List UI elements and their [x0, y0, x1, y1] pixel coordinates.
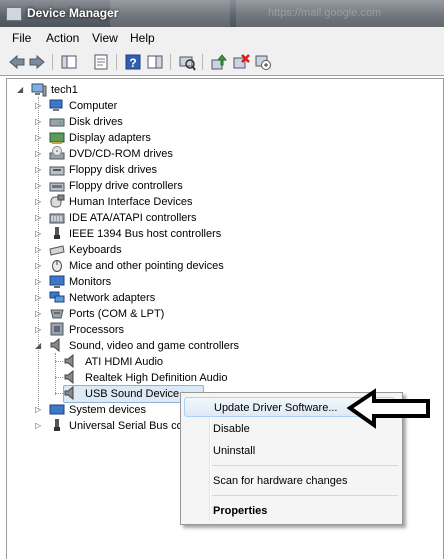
mouse-icon — [52, 260, 62, 272]
disk-drive-icon — [49, 118, 65, 127]
speaker-icon — [64, 386, 74, 400]
tree-device[interactable]: Realtek High Definition Audio — [63, 370, 263, 386]
floppy-controller-icon — [49, 182, 65, 192]
tree-category[interactable]: ▷ Human Interface Devices — [29, 194, 329, 210]
uninstall-icon[interactable] — [232, 53, 250, 71]
menu-scan-hardware[interactable]: Scan for hardware changes — [213, 471, 393, 491]
expand-icon[interactable]: ▷ — [35, 214, 43, 222]
tree-category[interactable]: ▷ Floppy disk drives — [29, 162, 329, 178]
back-icon[interactable] — [8, 53, 26, 71]
network-adapter-icon — [49, 291, 65, 303]
collapse-icon[interactable]: ◢ — [17, 86, 25, 94]
expand-icon[interactable]: ▷ — [35, 150, 43, 158]
menu-file[interactable]: File — [12, 31, 31, 45]
expand-icon[interactable]: ▷ — [35, 166, 43, 174]
background-tab-title: https://mail.google.com — [268, 7, 382, 19]
computer-icon — [31, 83, 47, 97]
tree-category[interactable]: ▷ Monitors — [29, 274, 329, 290]
menu-bar: File Action View Help — [0, 27, 444, 50]
tree-category[interactable]: ▷ Floppy drive controllers — [29, 178, 329, 194]
device-manager-app-icon — [6, 7, 22, 21]
system-device-icon — [49, 404, 65, 415]
tree-category[interactable]: ▷ Computer — [29, 98, 329, 114]
speaker-icon — [64, 370, 74, 384]
toolbar: ? — [0, 49, 444, 76]
menu-view[interactable]: View — [92, 31, 118, 45]
tree-category[interactable]: ▷ Mice and other pointing devices — [29, 258, 329, 274]
tree-category[interactable]: ▷ Keyboards — [29, 242, 329, 258]
action-pane-icon[interactable] — [146, 53, 164, 71]
expand-icon[interactable]: ▷ — [35, 406, 43, 414]
expand-icon[interactable]: ▷ — [35, 230, 43, 238]
menu-help[interactable]: Help — [130, 31, 155, 45]
port-icon — [50, 309, 64, 319]
tree-category[interactable]: ▷ Network adapters — [29, 290, 329, 306]
show-hide-console-tree-icon[interactable] — [60, 53, 78, 71]
computer-icon — [49, 99, 63, 111]
menu-properties[interactable]: Properties — [213, 501, 393, 521]
expand-icon[interactable]: ▷ — [35, 294, 43, 302]
expand-icon[interactable]: ▷ — [35, 422, 43, 430]
expand-icon[interactable]: ▷ — [35, 118, 43, 126]
expand-icon[interactable]: ▷ — [35, 262, 43, 270]
expand-icon[interactable]: ▷ — [35, 198, 43, 206]
expand-icon[interactable]: ▷ — [35, 326, 43, 334]
expand-icon[interactable]: ▷ — [35, 134, 43, 142]
speaker-icon — [64, 354, 74, 368]
tree-category[interactable]: ▷ IDE ATA/ATAPI controllers — [29, 210, 329, 226]
tree-category[interactable]: ▷ Ports (COM & LPT) — [29, 306, 329, 322]
usb-icon — [54, 419, 60, 431]
collapse-icon[interactable]: ◢ — [35, 342, 43, 350]
tree-category[interactable]: ▷ IEEE 1394 Bus host controllers — [29, 226, 329, 242]
hid-icon — [50, 194, 65, 208]
menu-action[interactable]: Action — [46, 31, 79, 45]
properties-icon[interactable] — [92, 53, 110, 71]
root-computer-name: tech1 — [51, 84, 78, 96]
tree-category[interactable]: ▷ Display adapters — [29, 130, 329, 146]
window-title: Device Manager — [27, 6, 119, 20]
expand-icon[interactable]: ▷ — [35, 182, 43, 190]
help-icon[interactable]: ? — [124, 53, 142, 71]
title-bar: Device Manager https://mail.google.com — [0, 0, 444, 27]
expand-icon[interactable]: ▷ — [35, 246, 43, 254]
ide-controller-icon — [49, 213, 65, 224]
update-driver-icon[interactable] — [210, 53, 228, 71]
tree-category[interactable]: ▷ DVD/CD-ROM drives — [29, 146, 329, 162]
monitor-icon — [49, 275, 65, 288]
forward-icon[interactable] — [28, 53, 46, 71]
sound-icon — [50, 338, 60, 352]
tree-category[interactable]: ▷ Disk drives — [29, 114, 329, 130]
tree-root[interactable]: ◢ tech1 — [11, 82, 131, 98]
keyboard-icon — [49, 245, 65, 256]
dvd-drive-icon — [49, 146, 65, 160]
annotation-arrow-icon — [346, 388, 430, 429]
ieee1394-icon — [54, 227, 60, 239]
display-adapter-icon — [49, 132, 65, 144]
tree-category-expanded[interactable]: ◢ Sound, video and game controllers — [29, 338, 329, 354]
processor-icon — [50, 322, 64, 336]
floppy-drive-icon — [49, 166, 65, 176]
scan-hardware-icon[interactable] — [178, 53, 196, 71]
tree-device[interactable]: ATI HDMI Audio — [63, 354, 263, 370]
disable-icon[interactable] — [254, 53, 272, 71]
expand-icon[interactable]: ▷ — [35, 278, 43, 286]
expand-icon[interactable]: ▷ — [35, 310, 43, 318]
svg-text:?: ? — [129, 56, 136, 70]
menu-uninstall[interactable]: Uninstall — [213, 441, 393, 461]
tree-category[interactable]: ▷ Processors — [29, 322, 329, 338]
expand-icon[interactable]: ▷ — [35, 102, 43, 110]
